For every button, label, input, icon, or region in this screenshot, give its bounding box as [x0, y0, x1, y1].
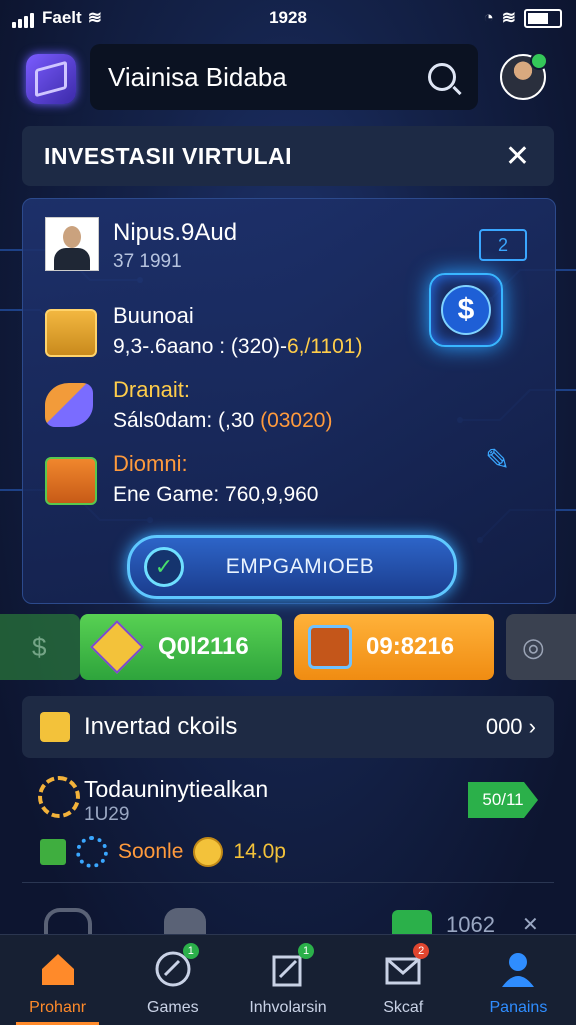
tab-home[interactable]: Prohanr — [0, 935, 115, 1025]
home-icon — [38, 949, 78, 989]
tab-mail[interactable]: 2 Skcaf — [346, 935, 461, 1025]
header-title: Viainisa Bidaba — [108, 61, 287, 92]
diamond-icon — [90, 620, 144, 674]
gear-trophy-icon — [38, 776, 80, 818]
investment-card: Nipus.9Aud 37 1991 2 $ Buunoai 9,3-.6aan… — [22, 198, 556, 604]
stat-value: Sáls0dam: (,30 (03020) — [113, 409, 333, 432]
gear-icon — [76, 836, 108, 868]
search-bar[interactable]: Viainisa Bidaba — [90, 44, 478, 110]
bottom-nav: Prohanr 1 Games 1 Inhvolarsin 2 Skcaf Pa… — [0, 934, 576, 1025]
stat-label: Dranait: — [113, 377, 191, 402]
chat-icon — [392, 910, 432, 934]
profile-photo — [45, 217, 99, 271]
list-title: Invertad ckoils — [84, 713, 238, 740]
green-stat-button[interactable]: Q0l2116 — [80, 614, 282, 680]
online-indicator — [530, 52, 548, 70]
cloud-icon — [164, 908, 206, 936]
games-badge: 1 — [182, 943, 199, 959]
investment-icon: 1 — [268, 943, 314, 989]
orange-stat-value: 09:8216 — [366, 633, 455, 660]
wallet-icon — [45, 309, 97, 357]
tab-profile[interactable]: Panains — [461, 935, 576, 1025]
list-item-sub: 1U29 — [84, 804, 130, 825]
dollar-coin-icon: $ — [429, 273, 503, 347]
tab-investment[interactable]: 1 Inhvolarsin — [230, 935, 345, 1025]
list-item-peek[interactable]: 1062 ✕ — [22, 888, 554, 940]
status-bar: Faelt ≋ 1928 ◔ ≋ — [0, 0, 576, 36]
reward-value: 14.0p — [233, 840, 286, 863]
investment-badge: 1 — [298, 943, 314, 959]
orange-stat-button[interactable]: 09:8216 — [294, 614, 494, 680]
stat-label: Buunoai — [113, 303, 194, 328]
check-icon: ✓ — [144, 547, 184, 587]
list-header[interactable]: Invertad ckoils 000 › — [22, 696, 554, 758]
edit-pen-icon[interactable]: ✎ — [485, 443, 525, 477]
reward-row: Soonle 14.0p — [40, 836, 286, 868]
list-item-title: Todauninytiealkan — [84, 776, 269, 802]
reward-label: Soonle — [118, 840, 184, 863]
profile-sub: 37 1991 — [113, 251, 182, 272]
alarm-icon: ◔ — [483, 8, 494, 27]
ticket-badge[interactable]: 2 — [479, 229, 527, 261]
green-side-tab[interactable]: $ — [0, 614, 80, 680]
tab-label: Skcaf — [383, 999, 424, 1016]
tab-label: Games — [147, 999, 199, 1016]
primary-action-button[interactable]: ✓ EMPGAMıOEB — [127, 535, 457, 599]
tools-icon — [45, 383, 93, 427]
search-icon[interactable] — [428, 63, 456, 91]
list-item[interactable]: Todauninytiealkan 1U29 50/11 Soonle 14.0… — [22, 762, 554, 883]
battery-icon — [524, 8, 562, 28]
grey-side-tab[interactable]: ◎ — [506, 614, 576, 680]
close-icon[interactable]: ✕ — [505, 139, 530, 174]
green-stat-value: Q0l2116 — [158, 633, 249, 660]
page-title: INVESTASII VIRTULAI — [44, 142, 293, 169]
tab-label: Inhvolarsin — [249, 999, 327, 1016]
ticket-badge-label: 2 — [497, 234, 508, 255]
mail-badge: 2 — [413, 943, 430, 959]
wifi-icon: ≋ — [501, 8, 516, 27]
tab-label: Prohanr — [29, 999, 87, 1016]
tab-games[interactable]: 1 Games — [115, 935, 230, 1025]
profile-icon — [498, 949, 538, 989]
stat-buttons: $ Q0l2116 09:8216 ◎ — [0, 614, 576, 680]
list-more[interactable]: 000 › — [486, 714, 536, 740]
avatar[interactable] — [500, 52, 548, 100]
mail-icon: 2 — [383, 943, 430, 989]
coin-box-icon — [40, 712, 70, 742]
stat-value: 9,3-.6aano : (320)-6,/1101) — [113, 335, 363, 358]
stat-value: Ene Game: 760,9,960 — [113, 483, 319, 506]
tab-label: Panains — [489, 999, 548, 1016]
chest-icon — [308, 625, 352, 669]
games-icon: 1 — [153, 943, 199, 989]
app-header: Viainisa Bidaba — [20, 44, 556, 114]
section-titlebar: INVESTASII VIRTULAI ✕ — [22, 126, 554, 186]
coin-icon — [193, 837, 224, 867]
stat-label: Diomni: — [113, 451, 188, 476]
gift-icon — [40, 839, 66, 865]
gift-box-icon — [45, 457, 97, 505]
cube-logo-icon[interactable] — [26, 54, 76, 104]
list-item-tag[interactable]: 50/11 — [468, 782, 538, 818]
profile-name: Nipus.9Aud — [113, 219, 238, 246]
primary-action-label: EMPGAMıOEB — [225, 555, 375, 578]
